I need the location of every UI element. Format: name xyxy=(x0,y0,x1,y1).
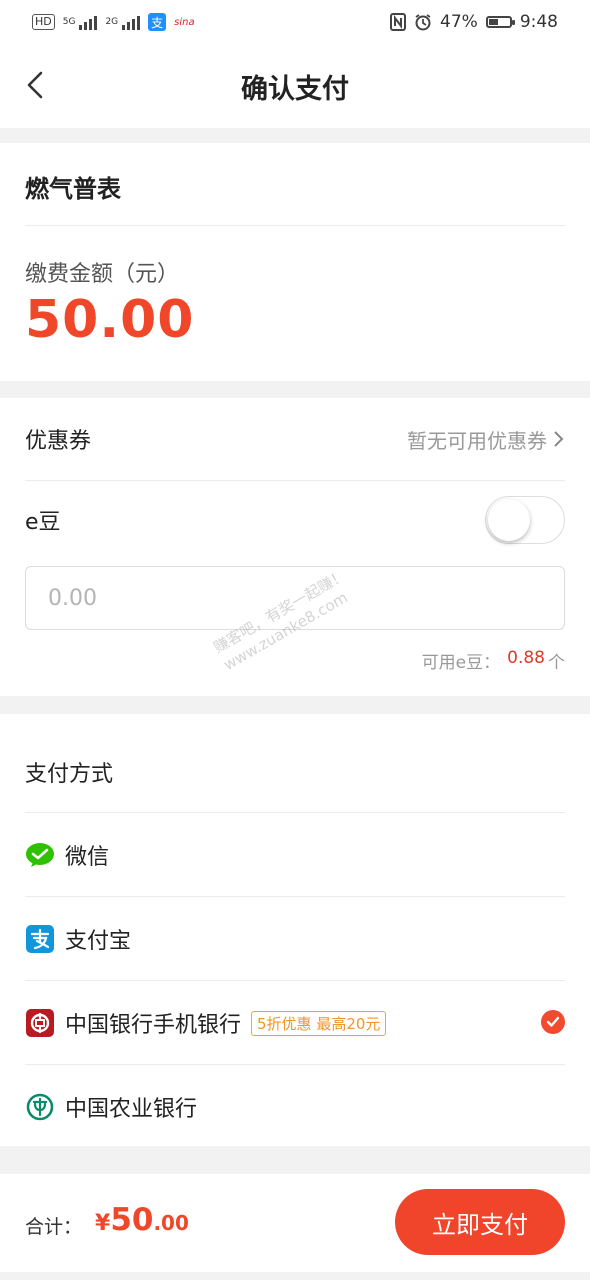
coupon-status: 暂无可用优惠券 xyxy=(407,428,547,453)
selected-check-icon xyxy=(541,1010,565,1034)
clock: 9:48 xyxy=(519,12,558,32)
service-name: 燃气普表 xyxy=(25,175,121,203)
signal-icon-2 xyxy=(122,14,141,30)
battery-percent: 47% xyxy=(440,12,478,32)
back-icon[interactable] xyxy=(22,70,52,100)
available-value: 0.88 xyxy=(507,648,545,668)
total-label: 合计： xyxy=(25,1216,83,1238)
total-decimal: .00 xyxy=(153,1211,189,1235)
status-bar: HD 5G 2G 支 sina 47% 9:48 xyxy=(0,0,590,44)
status-right: 47% 9:48 xyxy=(390,12,558,32)
bottom-bar: 合计： ¥50.00 立即支付 xyxy=(0,1174,590,1272)
available-prefix: 可用e豆： xyxy=(421,653,501,673)
method-label: 中国银行手机银行 xyxy=(65,1013,242,1038)
discount-card: 优惠券 暂无可用优惠券 e豆 可用e豆： 0.88 个 xyxy=(0,398,590,696)
hd-indicator: HD xyxy=(32,14,55,30)
edou-toggle[interactable] xyxy=(485,496,565,544)
payment-amount: 50.00 xyxy=(25,290,195,350)
edou-available: 可用e豆： 0.88 个 xyxy=(422,648,565,673)
currency-symbol: ¥ xyxy=(95,1211,111,1236)
divider xyxy=(25,225,565,226)
edou-input[interactable] xyxy=(26,567,564,629)
method-label: 微信 xyxy=(65,845,110,870)
promo-badge: 5折优惠 最高20元 xyxy=(251,1010,387,1036)
available-unit: 个 xyxy=(548,653,565,673)
edou-input-box[interactable] xyxy=(25,566,565,630)
status-left: HD 5G 2G 支 sina xyxy=(32,13,195,31)
coupon-value: 暂无可用优惠券 xyxy=(407,425,565,454)
total-amount: ¥50.00 xyxy=(95,1202,189,1238)
alipay-icon xyxy=(25,924,55,954)
chevron-right-icon xyxy=(554,431,564,447)
toggle-knob xyxy=(488,499,530,541)
nav-bar: 确认支付 xyxy=(0,44,590,128)
alarm-icon xyxy=(415,14,431,31)
amount-card: 燃气普表 缴费金额（元） 50.00 xyxy=(0,143,590,381)
network-5g-label: 5G xyxy=(62,17,76,27)
weibo-notification-icon: sina xyxy=(174,16,195,28)
methods-title: 支付方式 xyxy=(25,762,114,787)
divider xyxy=(25,480,565,481)
payment-methods-card: 支付方式 微信 支付宝 中国银行手机银行 5折优惠 最高20元 中国农业银行 xyxy=(0,714,590,1146)
method-boc[interactable]: 中国银行手机银行 5折优惠 最高20元 xyxy=(25,981,565,1065)
boc-icon xyxy=(25,1008,55,1038)
network-2g-label: 2G xyxy=(105,17,119,27)
amount-label: 缴费金额（元） xyxy=(25,262,180,287)
edou-row: e豆 xyxy=(25,495,565,545)
total-integer: 50 xyxy=(110,1202,154,1238)
battery-icon xyxy=(485,16,515,28)
method-wechat[interactable]: 微信 xyxy=(25,813,565,897)
method-label: 中国农业银行 xyxy=(65,1097,198,1122)
coupon-label: 优惠券 xyxy=(25,429,92,454)
edou-label: e豆 xyxy=(25,510,61,535)
abc-icon xyxy=(25,1092,55,1122)
coupon-row[interactable]: 优惠券 暂无可用优惠券 xyxy=(25,398,565,480)
wechat-icon xyxy=(25,840,55,870)
method-alipay[interactable]: 支付宝 xyxy=(25,897,565,981)
method-label: 支付宝 xyxy=(65,929,132,954)
signal-icon xyxy=(79,14,98,30)
pay-now-button[interactable]: 立即支付 xyxy=(395,1189,565,1255)
method-abc[interactable]: 中国农业银行 xyxy=(25,1065,565,1149)
nfc-icon xyxy=(390,13,407,31)
alipay-notification-icon: 支 xyxy=(148,13,167,31)
battery-level xyxy=(488,19,498,25)
page-title: 确认支付 xyxy=(241,73,349,105)
